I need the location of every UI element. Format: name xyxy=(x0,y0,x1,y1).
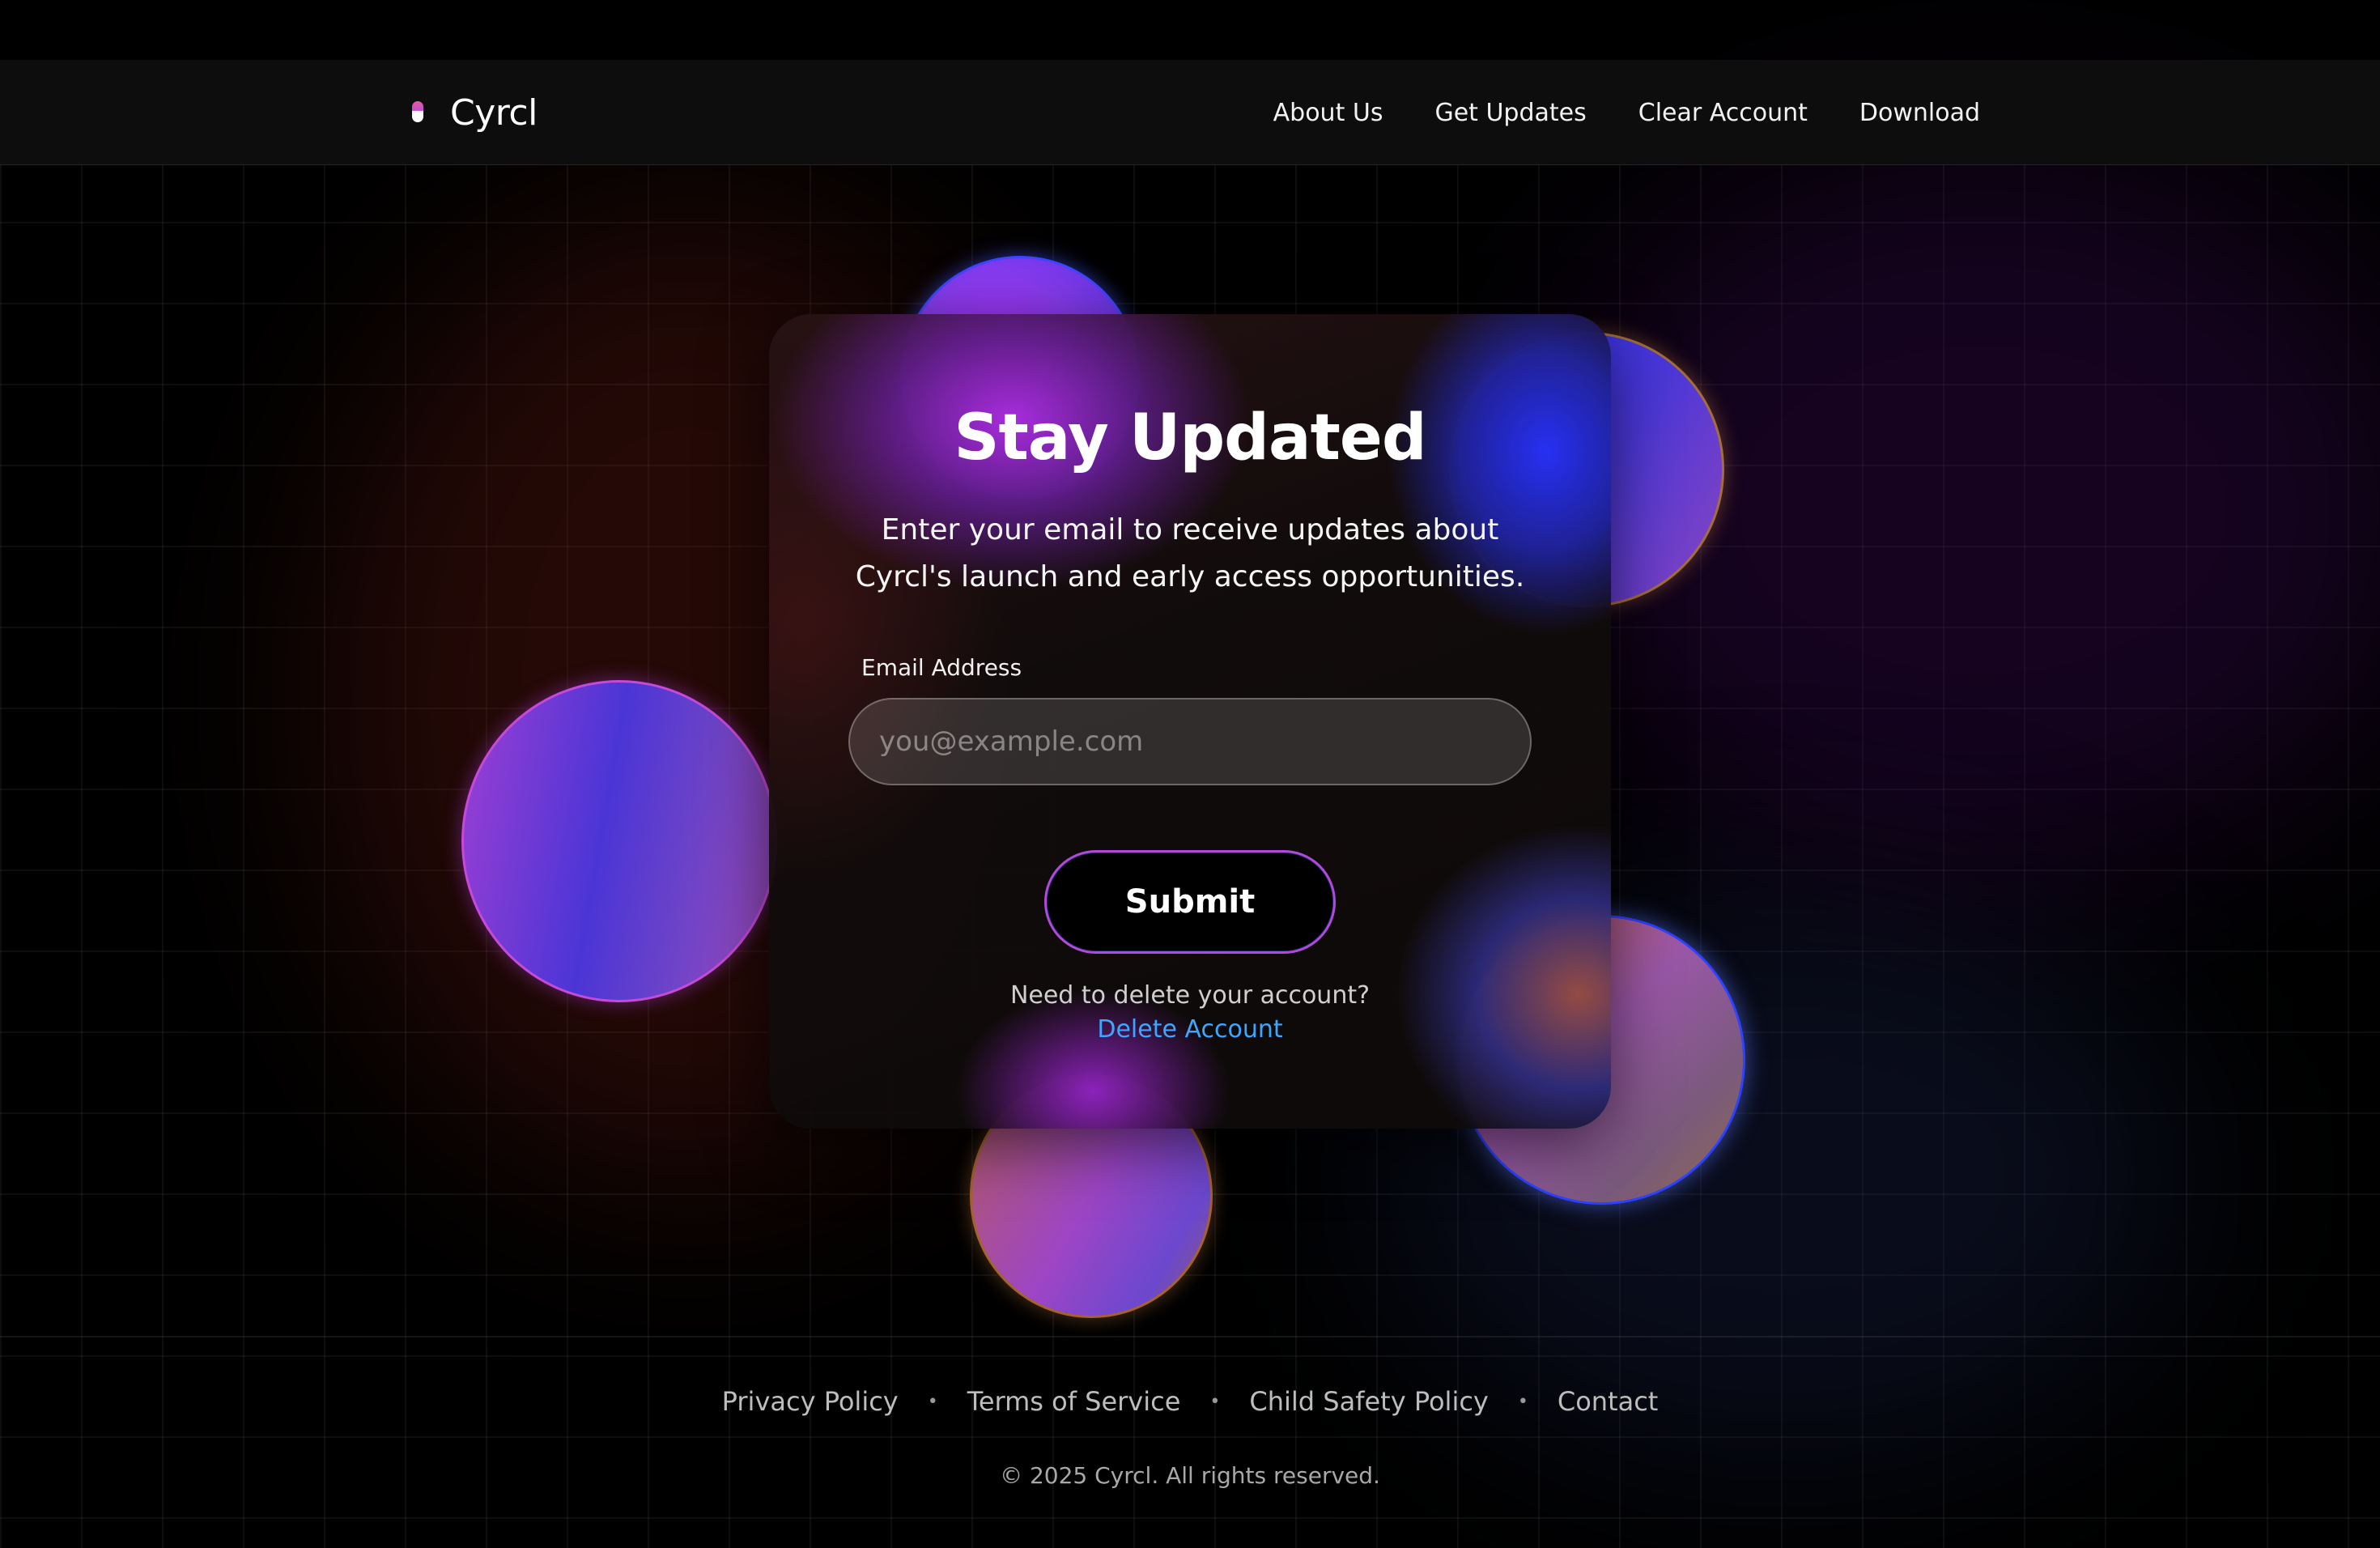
footer-link-contact[interactable]: Contact xyxy=(1558,1386,1659,1417)
delete-account-prompt: Need to delete your account? xyxy=(1009,981,1371,1010)
footer-separator: • xyxy=(927,1391,938,1412)
card-description: Enter your email to receive updates abou… xyxy=(834,507,1546,601)
copyright-text: © 2025 Cyrcl. All rights reserved. xyxy=(1000,1462,1380,1489)
footer-divider xyxy=(0,1336,2380,1337)
footer-link-terms-of-service[interactable]: Terms of Service xyxy=(967,1386,1181,1417)
email-field[interactable] xyxy=(848,698,1532,785)
signup-card: Stay Updated Enter your email to receive… xyxy=(769,314,1611,1129)
email-label: Email Address xyxy=(861,654,1022,681)
nav-link-clear-account[interactable]: Clear Account xyxy=(1638,99,1808,127)
footer-link-privacy-policy[interactable]: Privacy Policy xyxy=(722,1386,899,1417)
card-description-line-1: Enter your email to receive updates abou… xyxy=(881,513,1499,546)
footer-link-child-safety-policy[interactable]: Child Safety Policy xyxy=(1249,1386,1488,1417)
card-description-line-2: Cyrcl's launch and early access opportun… xyxy=(855,560,1525,593)
footer-links: Privacy Policy • Terms of Service • Chil… xyxy=(0,1386,2380,1417)
card-title: Stay Updated xyxy=(954,402,1426,474)
footer-separator: • xyxy=(1209,1391,1221,1412)
brand[interactable]: Cyrcl xyxy=(410,60,538,165)
delete-account-link[interactable]: Delete Account xyxy=(769,1015,1611,1044)
page: Cyrcl About Us Get Updates Clear Account… xyxy=(0,0,2380,1548)
decorative-orb-left xyxy=(461,680,777,1002)
brand-name: Cyrcl xyxy=(450,91,538,134)
navbar: Cyrcl About Us Get Updates Clear Account… xyxy=(0,60,2380,165)
nav-link-get-updates[interactable]: Get Updates xyxy=(1434,99,1586,127)
nav-link-download[interactable]: Download xyxy=(1859,99,1980,127)
submit-button[interactable]: Submit xyxy=(1044,850,1336,954)
nav-link-about-us[interactable]: About Us xyxy=(1273,99,1383,127)
footer-separator: • xyxy=(1517,1391,1528,1412)
top-strip xyxy=(0,0,2380,60)
pill-logo-icon xyxy=(410,100,426,125)
nav-links: About Us Get Updates Clear Account Downl… xyxy=(1273,60,1980,165)
